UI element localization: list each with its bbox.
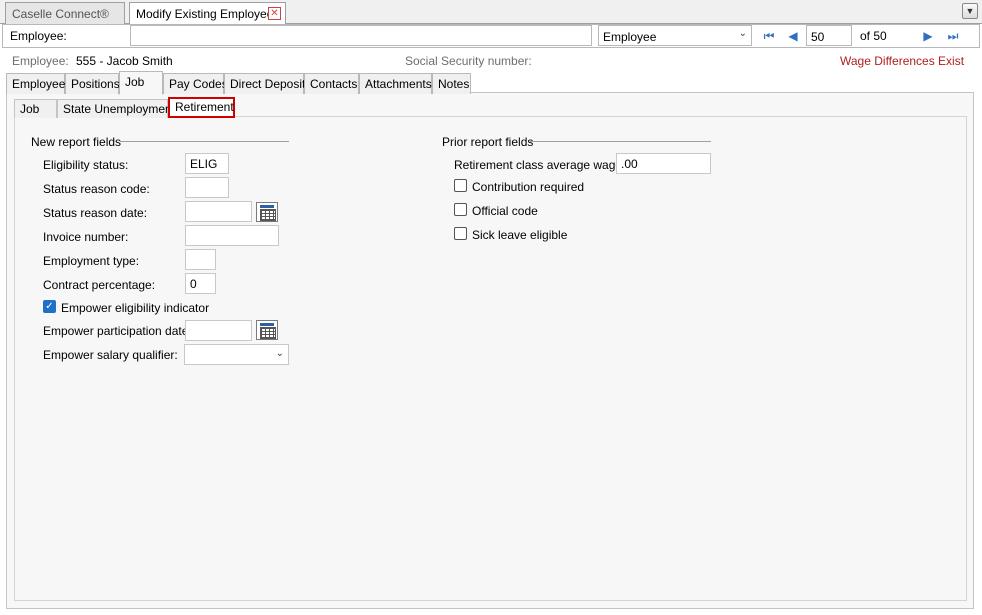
tab-notes[interactable]: Notes — [432, 73, 471, 94]
tab-positions[interactable]: Positions — [65, 73, 120, 94]
status-reason-code-label: Status reason code: — [43, 182, 150, 196]
record-total-label: of 50 — [860, 29, 887, 43]
empower-participation-date-label: Empower participation date: — [43, 324, 192, 338]
subtab-state-unemployment[interactable]: State Unemployment — [57, 99, 175, 118]
status-reason-code-field[interactable] — [185, 177, 229, 198]
empower-participation-date-field[interactable] — [185, 320, 252, 341]
sick-leave-eligible-label: Sick leave eligible — [472, 228, 568, 242]
ssn-label: Social Security number: — [405, 54, 532, 68]
employee-lookup-label: Employee: — [10, 29, 67, 43]
subtab-retirement[interactable]: Retirement — [168, 97, 235, 118]
contribution-required-label: Contribution required — [472, 180, 585, 194]
previous-record-icon[interactable]: ◀ — [786, 29, 800, 43]
lookup-type-select[interactable]: Employee ⌄ — [598, 25, 752, 46]
employee-info-label: Employee: — [12, 54, 69, 68]
first-record-icon[interactable]: ⏮ — [762, 29, 776, 43]
subtab-label: Job — [20, 102, 40, 116]
tab-employee[interactable]: Employee — [6, 73, 65, 94]
section-divider — [530, 141, 711, 142]
status-reason-date-field[interactable] — [185, 201, 252, 222]
calendar-icon[interactable] — [256, 202, 278, 222]
tab-label: Contacts — [310, 77, 358, 91]
tab-label: Attachments — [365, 77, 432, 91]
eligibility-status-label: Eligibility status: — [43, 158, 129, 172]
doc-tab-modify-existing-employees[interactable]: Modify Existing Employees ✕ — [129, 2, 286, 25]
tab-label: Employee — [12, 77, 66, 91]
contract-percentage-field[interactable]: 0 — [185, 273, 216, 294]
doc-tab-label: Modify Existing Employees — [136, 7, 280, 21]
tab-label: Job — [125, 75, 145, 89]
lookup-type-value: Employee — [603, 30, 657, 44]
subtab-label: Retirement — [175, 100, 234, 114]
prior-report-section-title: Prior report fields — [442, 135, 534, 149]
doc-tab-label: Caselle Connect® — [12, 7, 109, 21]
tab-pay-codes[interactable]: Pay Codes — [163, 73, 228, 94]
tab-label: Pay Codes — [169, 77, 228, 91]
last-record-icon[interactable]: ⏭ — [946, 29, 960, 43]
empower-salary-qualifier-label: Empower salary qualifier: — [43, 348, 178, 362]
tab-direct-deposit[interactable]: Direct Deposit — [224, 73, 306, 94]
employee-search-input[interactable] — [130, 25, 592, 46]
doc-tab-caselle-connect[interactable]: Caselle Connect® — [5, 2, 125, 24]
subtab-job[interactable]: Job — [14, 99, 57, 118]
status-reason-date-label: Status reason date: — [43, 206, 148, 220]
record-number-input[interactable]: 50 — [806, 25, 852, 46]
new-report-section-title: New report fields — [31, 135, 122, 149]
calendar-icon[interactable] — [256, 320, 278, 340]
tab-job[interactable]: Job — [119, 71, 163, 95]
chevron-down-icon: ⌄ — [275, 348, 284, 359]
checkmark-icon: ✓ — [45, 301, 54, 312]
tab-contacts[interactable]: Contacts — [304, 73, 359, 94]
section-divider — [120, 141, 289, 142]
official-code-checkbox[interactable] — [454, 203, 467, 216]
sick-leave-eligible-checkbox[interactable] — [454, 227, 467, 240]
class-average-wage-label: Retirement class average wage: — [454, 158, 626, 172]
contribution-required-checkbox[interactable] — [454, 179, 467, 192]
employment-type-label: Employment type: — [43, 254, 140, 268]
chevron-down-icon: ▼ — [965, 6, 975, 16]
empower-eligibility-label: Empower eligibility indicator — [61, 301, 210, 315]
empower-eligibility-checkbox[interactable]: ✓ — [43, 300, 56, 313]
invoice-number-field[interactable] — [185, 225, 279, 246]
wage-differences-warning[interactable]: Wage Differences Exist — [840, 54, 964, 68]
tab-label: Direct Deposit — [230, 77, 306, 91]
employment-type-field[interactable] — [185, 249, 216, 270]
eligibility-status-field[interactable]: ELIG — [185, 153, 229, 174]
class-average-wage-field[interactable]: .00 — [616, 153, 711, 174]
empower-salary-qualifier-select[interactable]: ⌄ — [184, 344, 289, 365]
close-icon[interactable]: ✕ — [268, 7, 281, 20]
chevron-down-icon: ⌄ — [738, 28, 747, 39]
invoice-number-label: Invoice number: — [43, 230, 129, 244]
subtab-label: State Unemployment — [63, 102, 176, 116]
employee-info-value: 555 - Jacob Smith — [76, 54, 173, 68]
next-record-icon[interactable]: ▶ — [921, 29, 935, 43]
tab-label: Positions — [71, 77, 120, 91]
tab-attachments[interactable]: Attachments — [359, 73, 432, 94]
tab-label: Notes — [438, 77, 470, 91]
window-menu-button[interactable]: ▼ — [962, 3, 978, 19]
official-code-label: Official code — [472, 204, 538, 218]
contract-percentage-label: Contract percentage: — [43, 278, 156, 292]
